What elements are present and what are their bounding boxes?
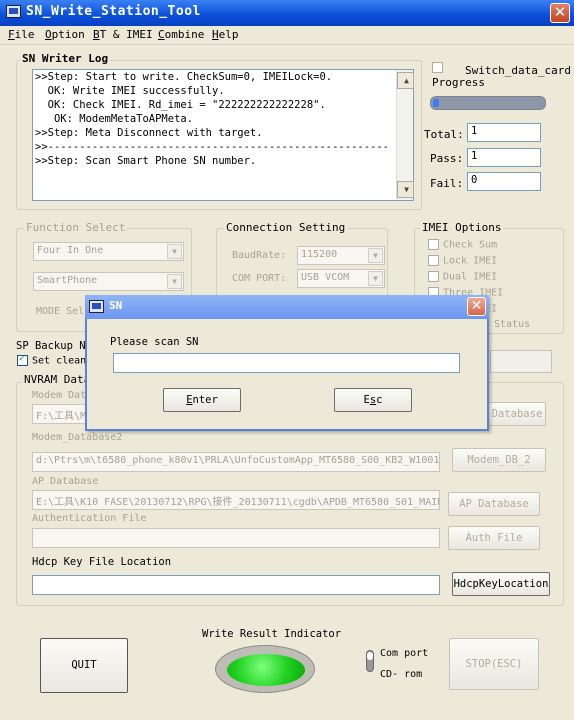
total-label: Total: bbox=[424, 128, 464, 141]
sn-dialog: SN ✕ Please scan SN Enter Esc bbox=[85, 295, 489, 431]
modem-db2-path[interactable]: d:\Ptrs\m\t6580_phone_k80v1\PRLA\UnfoCus… bbox=[32, 452, 440, 472]
esc-button[interactable]: Esc bbox=[334, 388, 412, 412]
progress-label: Progress bbox=[432, 76, 485, 89]
status-label: Status bbox=[494, 319, 531, 330]
com-port-select[interactable]: USB VCOM ▼ bbox=[297, 269, 385, 288]
menu-bt-imei[interactable]: BT & IMEI bbox=[93, 28, 153, 41]
ap-db-button[interactable]: AP Database bbox=[448, 492, 540, 516]
mode-sel-label: MODE Sel bbox=[36, 306, 85, 317]
auth-file-path[interactable] bbox=[32, 528, 440, 548]
write-result-indicator-label: Write Result Indicator bbox=[202, 628, 342, 640]
window-title: SN_Write_Station_Tool bbox=[26, 4, 201, 19]
auth-file-button[interactable]: Auth File bbox=[448, 526, 540, 550]
hdcp-key-location-button[interactable]: HdcpKeyLocation bbox=[452, 572, 550, 596]
com-port-label: COM PORT: bbox=[232, 273, 287, 284]
com-cdrom-toggle[interactable] bbox=[366, 650, 374, 672]
stop-button[interactable]: STOP(ESC) bbox=[449, 638, 539, 690]
nvram-title: NVRAM Data bbox=[22, 373, 93, 386]
menu-option[interactable]: Option bbox=[45, 28, 85, 41]
progress-bar bbox=[430, 96, 546, 110]
sn-dialog-title-bar: SN ✕ bbox=[85, 295, 489, 319]
close-icon[interactable]: ✕ bbox=[467, 297, 486, 316]
pass-field[interactable]: 1 bbox=[467, 148, 541, 167]
baud-select[interactable]: 115200 ▼ bbox=[297, 246, 385, 265]
ap-db-path[interactable]: E:\工具\K10 FASE\20130712\RPG\接件_20130711\… bbox=[32, 490, 440, 510]
sn-dialog-title: SN bbox=[109, 299, 123, 312]
check-sum-checkbox[interactable]: Check Sum bbox=[428, 239, 497, 251]
hdcp-path[interactable] bbox=[32, 575, 440, 595]
menu-help[interactable]: Help bbox=[212, 28, 239, 41]
switch-data-card-checkbox[interactable] bbox=[432, 62, 447, 74]
menu-combine[interactable]: Combine bbox=[158, 28, 204, 41]
sn-input[interactable] bbox=[113, 353, 460, 373]
scan-sn-prompt: Please scan SN bbox=[110, 336, 199, 348]
quit-button[interactable]: QUIT bbox=[40, 638, 128, 693]
hdcp-label: Hdcp Key File Location bbox=[32, 556, 172, 568]
log-line: OK: Check IMEI. Rd_imei = "2222222222222… bbox=[35, 99, 326, 111]
modem-db-button[interactable]: Database bbox=[488, 402, 546, 426]
cd-rom-option[interactable]: CD- rom bbox=[380, 669, 422, 680]
chevron-down-icon: ▼ bbox=[167, 274, 182, 289]
log-group-title: SN Writer Log bbox=[20, 52, 111, 65]
auth-file-label: Authentication File bbox=[32, 513, 147, 524]
mode-select[interactable]: Four In One ▼ bbox=[33, 242, 184, 261]
fail-field[interactable]: 0 bbox=[467, 172, 541, 191]
title-bar: SN_Write_Station_Tool ✕ bbox=[0, 0, 574, 26]
scroll-up-icon[interactable]: ▲ bbox=[397, 72, 414, 89]
log-line: >>Step: Scan Smart Phone SN number. bbox=[35, 155, 257, 167]
log-line: OK: Write IMEI successfully. bbox=[35, 85, 225, 97]
chevron-down-icon: ▼ bbox=[368, 248, 383, 263]
connection-title: Connection Setting bbox=[224, 221, 348, 234]
menu-file[interactable]: File bbox=[8, 28, 35, 41]
com-port-option[interactable]: Com port bbox=[380, 648, 428, 659]
phone-select[interactable]: SmartPhone ▼ bbox=[33, 272, 184, 291]
modem-db2-label: Modem_Database2 bbox=[32, 432, 123, 443]
write-result-led bbox=[215, 645, 315, 693]
baud-label: BaudRate: bbox=[232, 250, 287, 261]
sp-backup-field[interactable] bbox=[490, 350, 552, 373]
fail-label: Fail: bbox=[430, 177, 464, 190]
chevron-down-icon: ▼ bbox=[167, 244, 182, 259]
log-line: >>Step: Meta Disconnect with target. bbox=[35, 127, 263, 139]
modem-db2-button[interactable]: Modem_DB_2 bbox=[452, 448, 546, 472]
log-scrollbar[interactable]: ▲ ▼ bbox=[396, 70, 414, 200]
dual-imei-checkbox[interactable]: Dual IMEI bbox=[428, 271, 497, 283]
set-clean-checkbox[interactable]: ✓ Set clean bbox=[17, 353, 86, 367]
ap-db-label: AP Database bbox=[32, 476, 99, 487]
scroll-down-icon[interactable]: ▼ bbox=[397, 181, 414, 198]
enter-button[interactable]: Enter bbox=[163, 388, 241, 412]
function-select-title: Function Select bbox=[24, 221, 128, 234]
chevron-down-icon: ▼ bbox=[368, 271, 383, 286]
app-icon bbox=[89, 300, 104, 313]
close-button[interactable]: ✕ bbox=[550, 3, 570, 23]
app-icon bbox=[6, 5, 21, 18]
log-line: >>--------------------------------------… bbox=[35, 141, 390, 153]
menu-bar: File Option BT & IMEI Combine Help bbox=[0, 26, 574, 45]
log-line: >>Step: Start to write. CheckSum=0, IMEI… bbox=[35, 71, 333, 83]
log-line: OK: ModemMetaToAPMeta. bbox=[35, 113, 194, 125]
lock-imei-checkbox[interactable]: Lock IMEI bbox=[428, 255, 497, 267]
pass-label: Pass: bbox=[430, 152, 464, 165]
total-field[interactable]: 1 bbox=[467, 123, 541, 142]
sp-backup-title: SP Backup Nv bbox=[16, 340, 92, 352]
log-output[interactable]: >>Step: Start to write. CheckSum=0, IMEI… bbox=[32, 69, 414, 201]
imei-options-title: IMEI Options bbox=[420, 221, 504, 234]
